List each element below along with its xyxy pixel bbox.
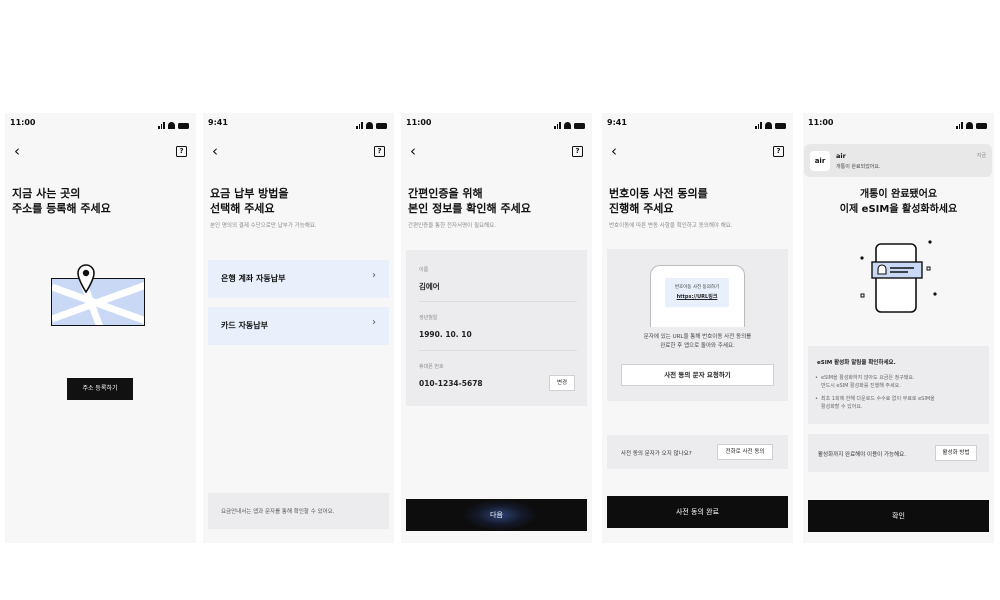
system-icons (158, 121, 190, 129)
phone-label: 휴대폰 번호 (419, 364, 444, 370)
back-chevron-icon[interactable]: ‹ (611, 144, 617, 159)
payment-method-screen: 9:41 ‹ ? 요금 납부 방법을 선택해 주세요 본인 명의의 결제 수단으… (203, 113, 394, 543)
request-consent-sms-button[interactable]: 사전 동의 문자 요청하기 (621, 364, 774, 386)
status-time: 9:41 (607, 118, 627, 127)
page-subtitle: 간편인증을 통한 전자서명이 필요해요. (408, 223, 496, 229)
system-icons (356, 121, 388, 129)
status-bar: 9:41 (203, 118, 394, 132)
phone-illustration: 번호이동 사전 동의하기 https://URL링크 (650, 265, 745, 327)
page-subtitle: 본인 명의의 결제 수단으로만 납부가 가능해요. (210, 223, 317, 229)
app-icon: air (810, 151, 830, 171)
chevron-right-icon: › (372, 317, 376, 328)
help-icon[interactable]: ? (773, 146, 784, 157)
wifi-icon (366, 122, 373, 129)
system-icons (554, 121, 586, 129)
no-sms-question: 사전 동의 문자가 오지 않나요? (621, 451, 692, 457)
address-screen: 11:00 ‹ ? 지금 사는 곳의 주소를 등록해 주세요 주소 등록하기 (5, 113, 196, 543)
back-chevron-icon[interactable]: ‹ (212, 144, 218, 159)
consent-complete-button[interactable]: 사전 동의 완료 (607, 496, 788, 528)
system-icons (956, 121, 988, 129)
name-label: 이름 (419, 267, 429, 273)
back-chevron-icon[interactable]: ‹ (14, 144, 20, 159)
push-notification[interactable]: air air 개통이 완료되었어요. 지금 (804, 144, 992, 177)
sms-title: 번호이동 사전 동의하기 (674, 285, 720, 290)
back-chevron-icon[interactable]: ‹ (410, 144, 416, 159)
bank-autopay-option[interactable]: 은행 계좌 자동납부 › (208, 260, 389, 298)
battery-icon (376, 122, 387, 129)
guide-description: 문자에 있는 URL을 통해 번호이동 사전 동의를 완료한 후 앱으로 돌아와… (643, 334, 752, 349)
status-time: 11:00 (406, 118, 432, 127)
birthdate-field[interactable]: 1990. 10. 10 (419, 330, 472, 339)
map-illustration (51, 278, 145, 326)
notification-time: 지금 (976, 153, 986, 159)
phone-field[interactable]: 010-1234-5678 (419, 379, 483, 388)
notice-text: 요금안내서는 앱과 문자를 통해 확인할 수 있어요. (221, 509, 335, 515)
sms-link: https://URL링크 (676, 294, 718, 300)
status-bar: 9:41 (602, 118, 793, 132)
page-title: 간편인증을 위해 본인 정보를 확인해 주세요 (408, 187, 531, 215)
divider (419, 301, 577, 302)
battery-icon (178, 122, 189, 129)
change-phone-button[interactable]: 변경 (549, 375, 575, 391)
option-label: 은행 계좌 자동납부 (221, 274, 286, 283)
divider (419, 350, 577, 351)
help-icon[interactable]: ? (374, 146, 385, 157)
notification-body: 개통이 완료되었어요. (836, 164, 881, 170)
location-pin-icon (77, 264, 95, 293)
battery-icon (775, 122, 786, 129)
next-button[interactable]: 다음 (406, 499, 587, 531)
info-heading: eSIM 활성화 알림을 확인하세요. (817, 360, 896, 366)
page-title: 번호이동 사전 동의를 진행해 주세요 (609, 187, 708, 215)
sms-guide-card: 번호이동 사전 동의하기 https://URL링크 문자에 있는 URL을 통… (607, 249, 788, 401)
activation-question: 활성화까지 완료해야 이용이 가능해요. (818, 452, 906, 458)
page-subtitle: 번호이동에 따른 변동 사항을 확인하고 동의해야 해요. (609, 223, 733, 229)
info-item: eSIM을 활성화하지 않아도 요금은 청구돼요. 반드시 eSIM 활성화를 … (815, 374, 915, 390)
no-sms-box: 사전 동의 문자가 오지 않나요? 전화로 사전 동의 (607, 435, 788, 469)
birthdate-label: 생년월일 (419, 315, 438, 321)
system-icons (755, 121, 787, 129)
status-time: 9:41 (208, 118, 228, 127)
wifi-icon (168, 122, 175, 129)
esim-info-box: eSIM 활성화 알림을 확인하세요. eSIM을 활성화하지 않아도 요금은 … (808, 346, 989, 424)
card-autopay-option[interactable]: 카드 자동납부 › (208, 307, 389, 345)
page-title: 요금 납부 방법을 선택해 주세요 (210, 187, 289, 215)
verification-screen: 11:00 ‹ ? 간편인증을 위해 본인 정보를 확인해 주세요 간편인증을 … (401, 113, 592, 543)
battery-icon (574, 122, 585, 129)
phone-consent-button[interactable]: 전화로 사전 동의 (717, 444, 773, 460)
phone-bell-illustration (860, 240, 937, 313)
status-bar: 11:00 (803, 118, 994, 132)
name-field[interactable]: 김에어 (419, 281, 440, 292)
next-label: 다음 (490, 511, 503, 519)
page-title: 개통이 완료됐어요 이제 eSIM을 활성화하세요 (839, 189, 958, 215)
confirm-button[interactable]: 확인 (808, 500, 989, 532)
status-time: 11:00 (10, 118, 36, 127)
wifi-icon (966, 122, 973, 129)
status-bar: 11:00 (5, 118, 196, 132)
status-time: 11:00 (808, 118, 834, 127)
battery-icon (976, 122, 987, 129)
activation-box: 활성화까지 완료해야 이용이 가능해요. 활성화 방법 (808, 434, 989, 472)
help-icon[interactable]: ? (572, 146, 583, 157)
wifi-icon (564, 122, 571, 129)
status-bar: 11:00 (401, 118, 592, 132)
wifi-icon (765, 122, 772, 129)
help-icon[interactable]: ? (176, 146, 187, 157)
info-item: 최초 1회에 한해 다운로드 수수료 없이 무료로 eSIM을 활성화할 수 있… (815, 395, 935, 411)
porting-consent-screen: 9:41 ‹ ? 번호이동 사전 동의를 진행해 주세요 번호이동에 따른 변동… (602, 113, 793, 543)
option-label: 카드 자동납부 (221, 321, 268, 330)
sms-bubble: 번호이동 사전 동의하기 https://URL링크 (665, 278, 729, 307)
activation-complete-screen: 11:00 air air 개통이 완료되었어요. 지금 개통이 완료됐어요 이… (803, 113, 994, 543)
register-address-button[interactable]: 주소 등록하기 (67, 378, 133, 400)
notification-title: air (836, 152, 846, 160)
billing-notice: 요금안내서는 앱과 문자를 통해 확인할 수 있어요. (208, 493, 389, 529)
chevron-right-icon: › (372, 270, 376, 281)
page-title: 지금 사는 곳의 주소를 등록해 주세요 (12, 187, 111, 215)
activation-method-button[interactable]: 활성화 방법 (935, 445, 977, 461)
